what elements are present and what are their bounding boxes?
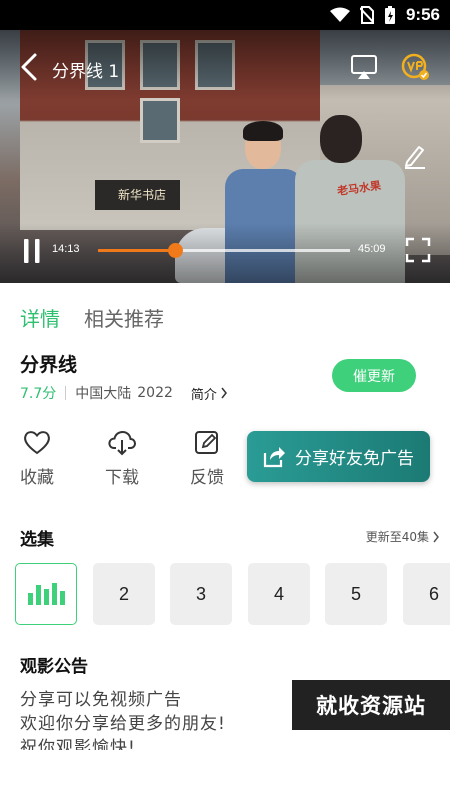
feedback-button[interactable]: 反馈 (182, 427, 232, 488)
episode-item[interactable]: 6 (403, 563, 450, 625)
intro-link[interactable]: 简介 (191, 384, 228, 403)
region: 中国大陆 (75, 386, 132, 402)
episodes-title: 选集 (20, 530, 54, 550)
share-label: 分享好友免广告 (295, 449, 414, 469)
fullscreen-icon[interactable] (405, 237, 431, 263)
total-time: 45:09 (358, 243, 386, 255)
notice-title: 观影公告 (20, 657, 88, 677)
download-label: 下载 (105, 468, 139, 488)
share-icon (263, 446, 285, 467)
heart-icon (24, 431, 50, 455)
update-status-label: 更新至40集 (365, 530, 429, 544)
share-button[interactable]: 分享好友免广告 (247, 431, 430, 482)
edit-icon[interactable] (402, 143, 428, 169)
notice-body: 分享可以免视频广告 欢迎你分享给更多的朋友! 祝你观影愉快! (20, 688, 290, 750)
video-frame-window (140, 98, 180, 143)
chevron-right-icon (221, 387, 227, 399)
status-icons: 9:56 (329, 0, 440, 30)
update-status[interactable]: 更新至40集 (366, 528, 440, 545)
current-time: 14:13 (52, 243, 80, 255)
player-title: 分界线 1 (52, 62, 120, 82)
cast-icon[interactable] (350, 54, 378, 80)
notice-line: 分享可以免视频广告 (20, 690, 182, 710)
download-button[interactable]: 下载 (97, 427, 147, 488)
urge-update-button[interactable]: 催更新 (332, 359, 416, 392)
video-player[interactable]: 新华书店 老马水果 分界线 1 14:13 45:09 (0, 30, 450, 283)
playing-icon (27, 583, 65, 605)
episode-item[interactable] (15, 563, 77, 625)
pause-icon[interactable] (22, 238, 42, 264)
episode-item[interactable]: 5 (325, 563, 387, 625)
progress-bar[interactable] (98, 243, 350, 258)
favorite-button[interactable]: 收藏 (12, 427, 62, 488)
vip-icon[interactable] (400, 52, 430, 82)
feedback-label: 反馈 (190, 468, 224, 488)
tab-detail[interactable]: 详情 (20, 303, 60, 332)
feedback-icon (195, 431, 218, 454)
favorite-label: 收藏 (20, 468, 54, 488)
meta-row: 7.7分 中国大陆 2022 简介 (20, 383, 228, 403)
progress-fill (98, 249, 176, 252)
intro-label: 简介 (190, 387, 217, 403)
rating: 7.7分 (20, 386, 57, 402)
notice-line: 祝你观影愉快! (20, 738, 136, 750)
watermark: 就收资源站 (292, 680, 450, 730)
status-time: 9:56 (405, 5, 440, 24)
video-frame-shop-sign: 新华书店 (118, 188, 167, 202)
chevron-right-icon (433, 531, 439, 542)
battery-charging-icon (384, 6, 395, 24)
tab-related[interactable]: 相关推荐 (84, 303, 164, 332)
episode-list: 2 3 4 5 6 (15, 563, 450, 625)
drama-title: 分界线 (20, 354, 78, 376)
cloud-download-icon (108, 430, 137, 456)
back-icon[interactable] (18, 52, 42, 82)
episode-item[interactable]: 2 (93, 563, 155, 625)
year: 2022 (137, 385, 173, 401)
status-bar: 9:56 (0, 0, 450, 30)
divider (65, 386, 67, 400)
episode-item[interactable]: 4 (248, 563, 310, 625)
no-sim-icon (359, 6, 374, 24)
episode-item[interactable]: 3 (170, 563, 232, 625)
wifi-icon (329, 7, 350, 22)
notice-line: 欢迎你分享给更多的朋友! (20, 714, 226, 734)
